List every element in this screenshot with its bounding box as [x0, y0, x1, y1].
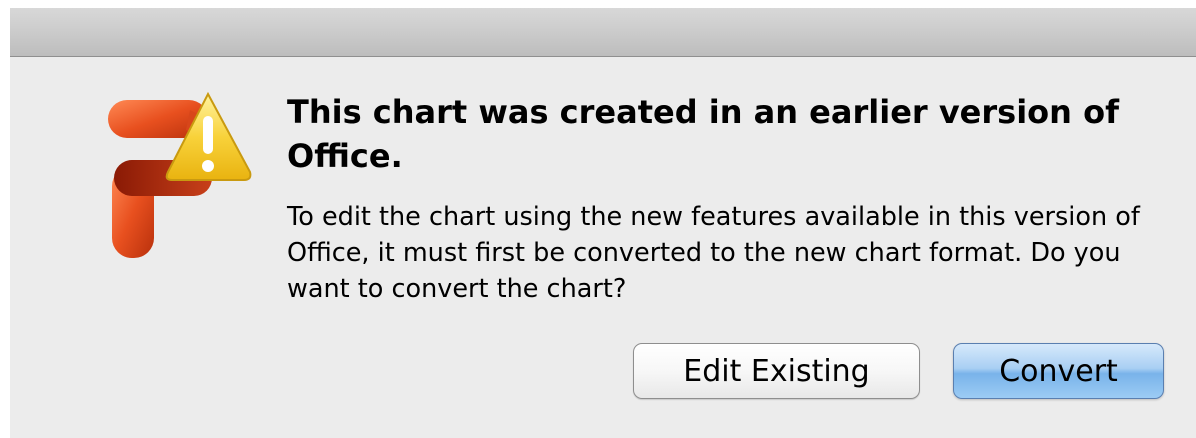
dialog-heading: This chart was created in an earlier ver… — [287, 93, 1119, 175]
powerpoint-warning-icon — [90, 88, 260, 263]
edit-existing-button[interactable]: Edit Existing — [633, 343, 920, 399]
dialog-titlebar — [10, 0, 1196, 57]
dialog-message: This chart was created in an earlier ver… — [287, 90, 1167, 307]
dialog-body-text: To edit the chart using the new features… — [287, 202, 1140, 304]
convert-button[interactable]: Convert — [953, 343, 1164, 399]
convert-label: Convert — [999, 353, 1118, 389]
alert-dialog: This chart was created in an earlier ver… — [10, 0, 1196, 438]
edit-existing-label: Edit Existing — [683, 353, 870, 389]
